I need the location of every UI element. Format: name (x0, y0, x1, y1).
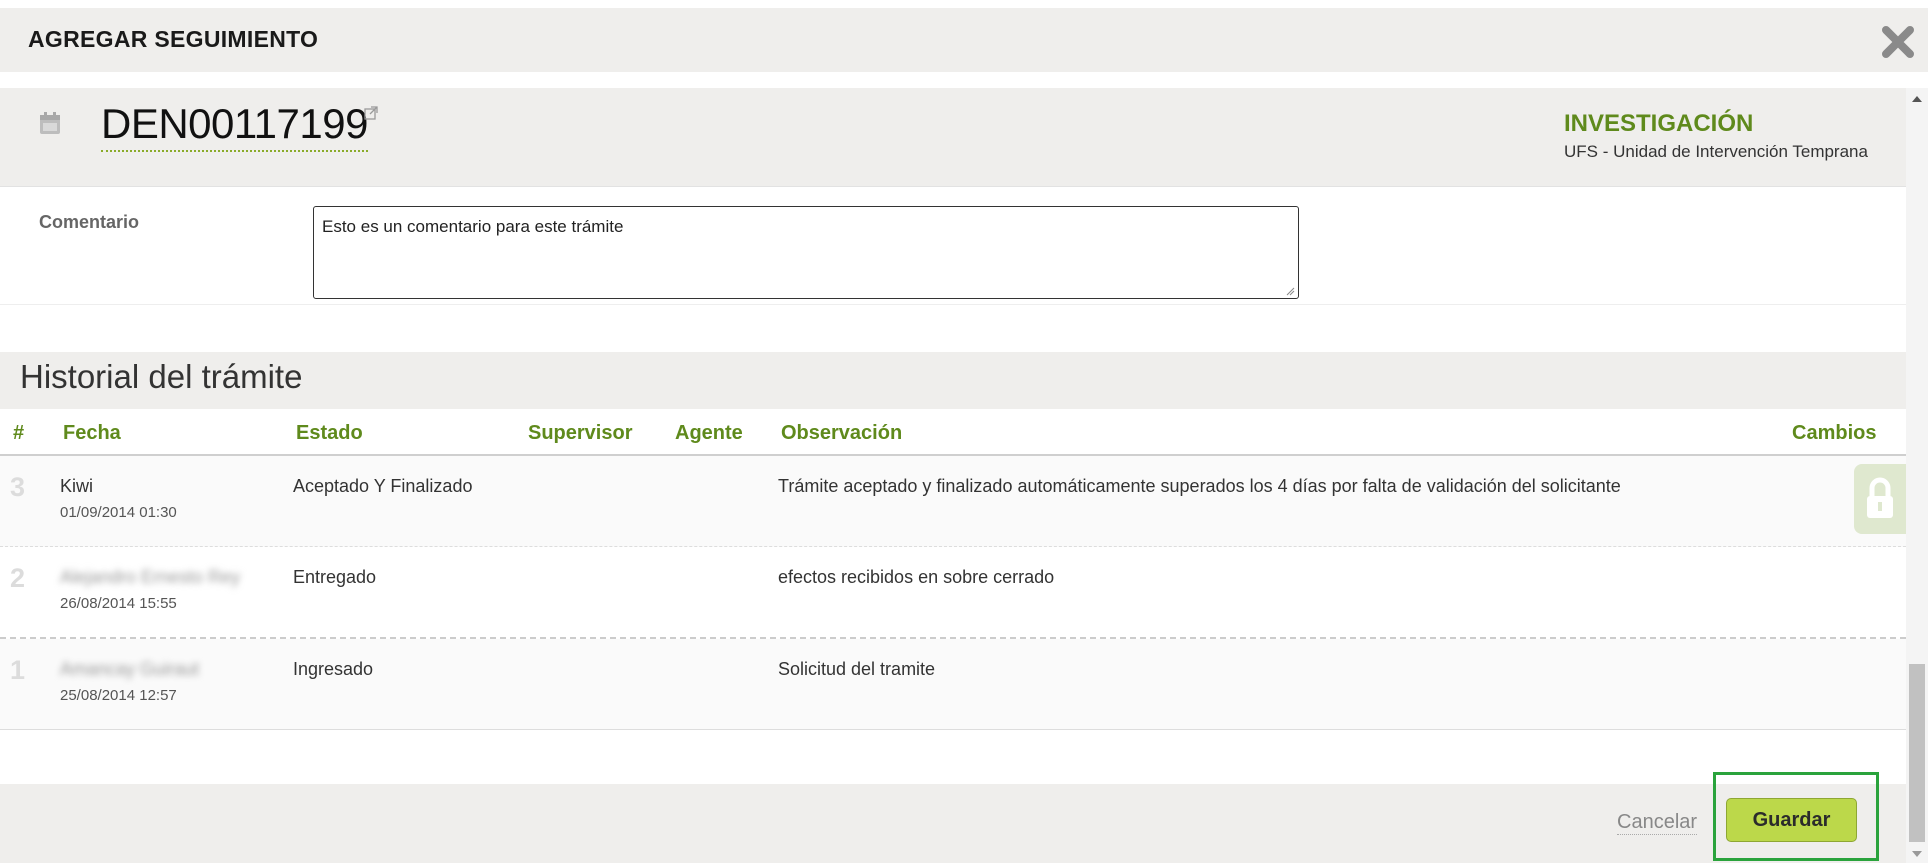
column-num: # (13, 422, 25, 444)
comment-row: Comentario Esto es un comentario para es… (0, 190, 1906, 305)
row-estado: Ingresado (293, 659, 374, 679)
cancel-link[interactable]: Cancelar (1617, 811, 1698, 835)
row-observacion: Trámite aceptado y finalizado automática… (778, 476, 1621, 496)
scroll-down-icon[interactable] (1912, 851, 1922, 857)
comment-textarea[interactable]: Esto es un comentario para este trámite (313, 206, 1299, 299)
comment-label: Comentario (39, 212, 140, 232)
table-header: # Fecha Estado Supervisor Agente Observa… (0, 410, 1906, 456)
column-observacion: Observación (781, 422, 903, 444)
column-supervisor: Supervisor (528, 422, 633, 444)
save-button[interactable]: Guardar (1726, 798, 1857, 842)
lock-button[interactable] (1854, 464, 1906, 534)
scroll-up-icon[interactable] (1912, 96, 1922, 102)
external-link-icon[interactable] (364, 106, 378, 120)
history-header: Historial del trámite (0, 352, 1906, 409)
vertical-scrollbar[interactable] (1906, 88, 1928, 863)
row-date: 25/08/2014 12:57 (60, 687, 177, 704)
case-unit: UFS - Unidad de Intervención Temprana (1564, 142, 1868, 161)
row-date: 01/09/2014 01:30 (60, 504, 177, 521)
row-user: Alejandro Ernesto Rey (60, 567, 241, 587)
history-table: # Fecha Estado Supervisor Agente Observa… (0, 410, 1906, 730)
table-row: 3 Kiwi 01/09/2014 01:30 Aceptado Y Final… (0, 456, 1906, 547)
resize-grip-icon[interactable] (1285, 286, 1295, 296)
table-row: 2 Alejandro Ernesto Rey 26/08/2014 15:55… (0, 547, 1906, 639)
history-title: Historial del trámite (20, 358, 303, 395)
table-row: 1 Amancay Guiraut 25/08/2014 12:57 Ingre… (0, 639, 1906, 730)
row-date: 26/08/2014 15:55 (60, 595, 177, 612)
row-user: Amancay Guiraut (60, 659, 200, 679)
dialog-title: AGREGAR SEGUIMIENTO (28, 26, 319, 52)
row-number: 3 (10, 472, 26, 502)
row-observacion: Solicitud del tramite (778, 659, 936, 679)
row-number: 1 (10, 655, 26, 685)
lock-icon (1867, 477, 1893, 518)
close-icon[interactable] (1878, 22, 1918, 62)
case-summary: DEN00117199 INVESTIGACIÓN UFS - Unidad d… (0, 88, 1906, 187)
column-agente: Agente (675, 422, 743, 444)
row-estado: Entregado (293, 567, 377, 587)
calendar-icon (40, 112, 60, 134)
dialog-header: AGREGAR SEGUIMIENTO (0, 8, 1928, 72)
case-status: INVESTIGACIÓN (1564, 110, 1754, 137)
scrollbar-thumb[interactable] (1909, 664, 1925, 842)
column-estado: Estado (296, 422, 363, 444)
column-cambios: Cambios (1792, 422, 1877, 444)
dialog-footer: Cancelar (0, 784, 1906, 863)
case-number-link[interactable]: DEN00117199 (101, 100, 368, 152)
row-observacion: efectos recibidos en sobre cerrado (778, 567, 1055, 587)
spacer-row (0, 306, 1906, 353)
column-fecha: Fecha (63, 422, 121, 444)
row-estado: Aceptado Y Finalizado (293, 476, 473, 496)
row-user: Kiwi (60, 476, 94, 496)
row-number: 2 (10, 563, 26, 593)
